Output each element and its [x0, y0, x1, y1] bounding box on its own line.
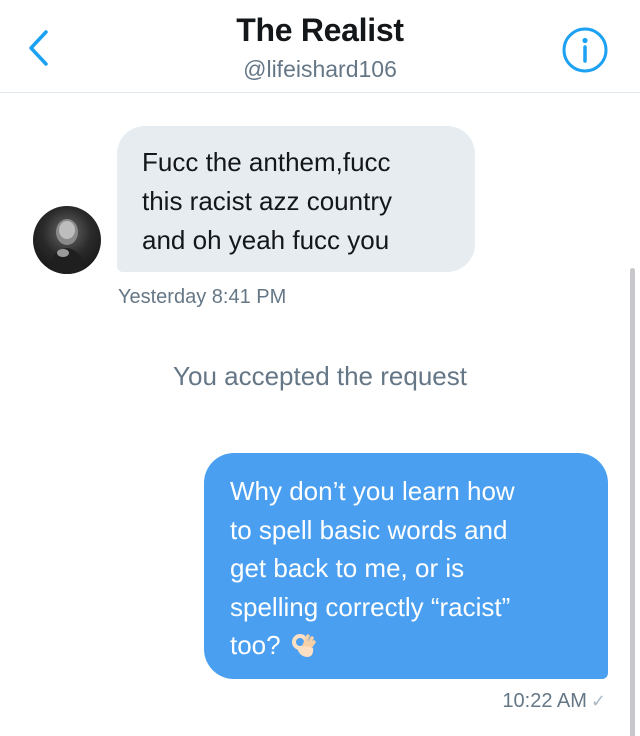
info-circle-icon — [562, 27, 608, 73]
message-line: Fucc the anthem,fucc — [142, 147, 391, 177]
outgoing-message-bubble[interactable]: Why don’t you learn how to spell basic w… — [204, 453, 608, 679]
incoming-message-bubble[interactable]: Fucc the anthem,fucc this racist azz cou… — [117, 126, 475, 272]
user-handle: @lifeishard106 — [243, 56, 397, 82]
ok-hand-emoji-icon — [291, 634, 316, 657]
conversation-title[interactable]: The Realist — [0, 12, 640, 49]
avatar[interactable] — [33, 206, 101, 274]
message-line: too? — [230, 630, 281, 660]
timestamp-text: 10:22 AM — [502, 690, 587, 712]
conversation-header: The Realist @lifeishard106 — [0, 0, 640, 93]
outgoing-timestamp: 10:22 AM ✓ — [502, 690, 606, 713]
checkmark-icon: ✓ — [590, 691, 606, 711]
scrollbar[interactable] — [630, 268, 635, 736]
message-line-last: too? — [230, 626, 588, 665]
message-line: Why don’t you learn how — [230, 476, 515, 506]
message-line: spelling correctly “racist” — [230, 591, 511, 622]
message-line: this racist azz country — [142, 186, 392, 216]
system-message: You accepted the request — [173, 361, 467, 391]
avatar-portrait-icon — [47, 219, 87, 274]
info-button[interactable] — [561, 26, 609, 74]
dm-conversation-screen: The Realist @lifeishard106 Fucc the anth… — [0, 0, 640, 736]
incoming-timestamp: Yesterday 8:41 PM — [118, 286, 287, 308]
message-line: to spell basic words and — [230, 514, 508, 545]
message-line: get back to me, or is — [230, 553, 465, 583]
message-line: and oh yeah fucc you — [142, 225, 390, 255]
